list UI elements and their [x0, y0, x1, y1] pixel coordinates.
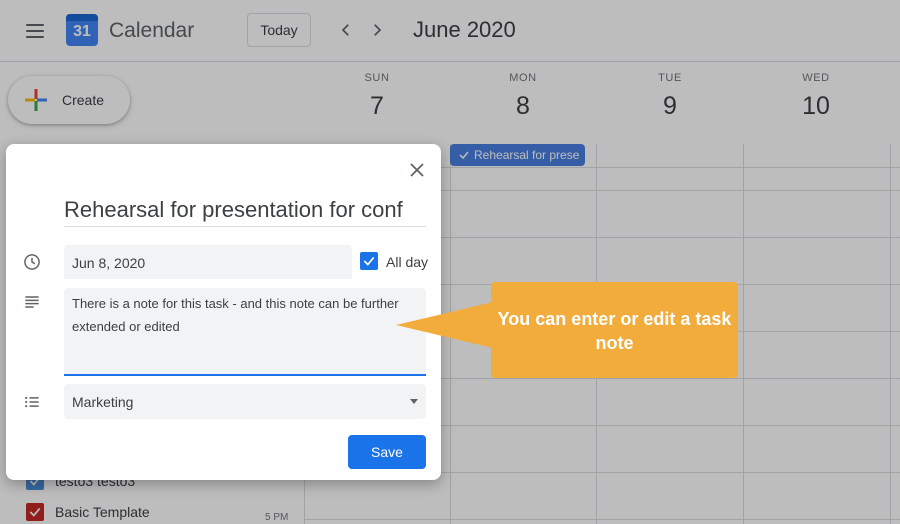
help-callout-text: You can enter or edit a task note: [497, 309, 732, 353]
help-callout: You can enter or edit a task note: [491, 282, 738, 378]
callout-pointer: [396, 302, 493, 348]
